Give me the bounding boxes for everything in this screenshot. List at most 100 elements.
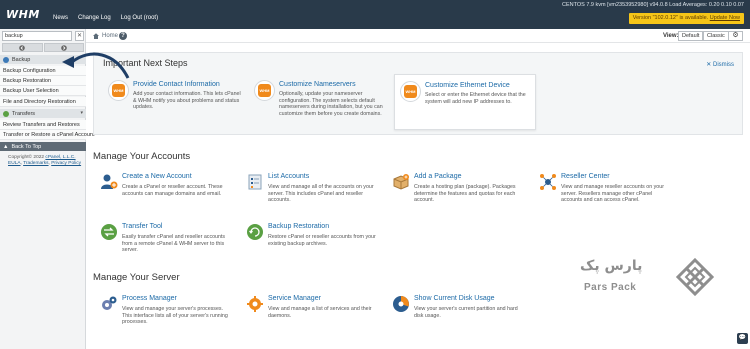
- transfer-icon: [99, 222, 119, 242]
- update-now-link[interactable]: Update Now: [710, 15, 740, 21]
- tile-disk-usage[interactable]: Show Current Disk Usage View your server…: [386, 294, 526, 334]
- parspack-watermark: پارس پک Pars Pack: [580, 258, 720, 300]
- tile-list-accounts[interactable]: List Accounts View and manage all of the…: [240, 172, 380, 212]
- collapse-all-button[interactable]: [2, 43, 43, 52]
- eula-link[interactable]: EULA: [8, 161, 21, 166]
- sidebar-category-backup[interactable]: Backup: [0, 55, 86, 64]
- back-to-top-label: Back To Top: [11, 143, 42, 150]
- card-desc: Add your contact information. This lets …: [133, 91, 241, 111]
- top-bar: WHM News Change Log Log Out (root) CENTO…: [0, 0, 750, 29]
- whm-card-icon: WHM: [108, 80, 129, 101]
- tile-desc: View and manage all of the accounts on y…: [268, 184, 374, 204]
- whm-logo[interactable]: WHM: [6, 8, 40, 21]
- nav-change-log[interactable]: Change Log: [78, 15, 111, 21]
- chevron-left-icon: [19, 44, 26, 51]
- transfers-icon: [3, 110, 9, 117]
- sidebar-item-file-directory-restoration[interactable]: File and Directory Restoration: [0, 97, 86, 107]
- back-to-top-button[interactable]: ▲ Back To Top: [0, 142, 86, 151]
- whm-card-icon: WHM: [400, 81, 421, 102]
- tile-title[interactable]: Show Current Disk Usage: [414, 295, 495, 302]
- tile-desc: Easily transfer cPanel and reseller acco…: [122, 234, 226, 254]
- process-manager-icon: [99, 294, 119, 314]
- parspack-logo-icon: [676, 258, 714, 296]
- help-icon[interactable]: ?: [119, 32, 127, 40]
- sidebar-item-backup-restoration[interactable]: Backup Restoration: [0, 76, 86, 86]
- expand-all-button[interactable]: [43, 43, 84, 52]
- chevron-right-icon: [60, 44, 67, 51]
- tile-transfer-tool[interactable]: Transfer Tool Easily transfer cPanel and…: [94, 222, 234, 262]
- card-customize-ethernet[interactable]: WHM Customize Ethernet Device Select or …: [394, 74, 536, 130]
- tile-title[interactable]: Transfer Tool: [122, 223, 162, 230]
- gear-icon[interactable]: ⚙: [728, 31, 743, 41]
- tile-title[interactable]: List Accounts: [268, 173, 309, 180]
- cpanel-link[interactable]: cPanel, L.L.C.: [45, 155, 75, 160]
- category-label: Backup: [12, 56, 31, 63]
- clear-search-button[interactable]: ✕: [75, 31, 84, 41]
- sidebar-item-transfer-restore-account[interactable]: Transfer or Restore a cPanel Account: [0, 130, 95, 140]
- tile-service-manager[interactable]: Service Manager View and manage a list o…: [240, 294, 380, 334]
- sidebar-item-review-transfers[interactable]: Review Transfers and Restores: [0, 120, 86, 130]
- tile-reseller-center[interactable]: Reseller Center View and manage reseller…: [533, 172, 673, 212]
- privacy-policy-link[interactable]: Privacy Policy: [51, 161, 81, 166]
- user-add-icon: [99, 172, 119, 192]
- backup-icon: [3, 56, 9, 63]
- breadcrumb: Home ? View: Default Classic ⚙: [86, 29, 750, 43]
- tile-title[interactable]: Create a New Account: [122, 173, 192, 180]
- trademarks-link[interactable]: Trademarks: [23, 161, 48, 166]
- tile-desc: Create a hosting plan (package). Package…: [414, 184, 516, 204]
- section-title-server: Manage Your Server: [93, 272, 180, 283]
- tile-desc: Create a cPanel or reseller account. The…: [122, 184, 223, 197]
- tile-process-manager[interactable]: Process Manager View and manage your ser…: [94, 294, 234, 334]
- update-banner: Version "102.0.12" is available. Update …: [628, 13, 744, 24]
- home-icon[interactable]: [92, 32, 100, 40]
- category-label: Transfers: [12, 110, 36, 117]
- card-title[interactable]: Customize Nameservers: [279, 81, 356, 88]
- chevron-down-icon: ▾: [80, 110, 83, 116]
- nav-logout[interactable]: Log Out (root): [121, 15, 158, 21]
- sidebar-category-transfers[interactable]: Transfers ▾: [0, 109, 86, 118]
- sidebar: ✕ Backup Backup Configuration Backup Res…: [0, 29, 95, 349]
- sidebar-item-backup-user-selection[interactable]: Backup User Selection: [0, 86, 86, 96]
- watermark-en: Pars Pack: [584, 282, 637, 293]
- next-steps-title: Important Next Steps: [103, 58, 188, 68]
- tile-title[interactable]: Add a Package: [414, 173, 461, 180]
- tile-create-account[interactable]: Create a New Account Create a cPanel or …: [94, 172, 234, 212]
- whm-icon: WHM: [258, 84, 271, 97]
- tile-add-package[interactable]: Add a Package Create a hosting plan (pac…: [386, 172, 526, 212]
- card-customize-nameservers[interactable]: WHM Customize Nameservers Optionally, up…: [249, 74, 391, 130]
- breadcrumb-home[interactable]: Home: [102, 33, 118, 39]
- dismiss-link[interactable]: ✕ Dismiss: [706, 61, 734, 68]
- whm-card-icon: WHM: [254, 80, 275, 101]
- disk-usage-icon: [391, 294, 411, 314]
- tile-desc: View and manage your server's processes.…: [122, 306, 228, 326]
- whm-icon: WHM: [112, 84, 125, 97]
- tile-title[interactable]: Backup Restoration: [268, 223, 329, 230]
- card-title[interactable]: Provide Contact Information: [133, 81, 220, 88]
- nav-news[interactable]: News: [53, 15, 68, 21]
- tile-backup-restoration[interactable]: Backup Restoration Restore cPanel or res…: [240, 222, 380, 262]
- reseller-icon: [538, 172, 558, 192]
- card-contact-information[interactable]: WHM Provide Contact Information Add your…: [103, 74, 245, 130]
- tile-title[interactable]: Service Manager: [268, 295, 321, 302]
- view-classic-button[interactable]: Classic: [703, 31, 729, 41]
- watermark-fa: پارس پک: [580, 258, 643, 274]
- tile-title[interactable]: Reseller Center: [561, 173, 610, 180]
- top-nav: News Change Log Log Out (root): [53, 15, 158, 21]
- add-package-icon: [391, 172, 411, 192]
- collapse-controls: [2, 43, 84, 52]
- whm-icon: WHM: [404, 85, 417, 98]
- sidebar-item-backup-configuration[interactable]: Backup Configuration: [0, 66, 86, 76]
- sidebar-search: ✕: [2, 31, 84, 41]
- copyright-text: Copyright© 2022: [8, 155, 45, 160]
- tile-desc: View and manage reseller accounts on you…: [561, 184, 664, 204]
- view-default-button[interactable]: Default: [678, 31, 704, 41]
- next-steps-panel: Important Next Steps ✕ Dismiss WHM Provi…: [93, 52, 743, 135]
- card-desc: Select or enter the Ethernet device that…: [425, 92, 526, 105]
- card-desc: Optionally, update your nameserver confi…: [279, 91, 383, 117]
- tile-title[interactable]: Process Manager: [122, 295, 177, 302]
- search-input[interactable]: [2, 31, 72, 41]
- card-title[interactable]: Customize Ethernet Device: [425, 82, 510, 89]
- backup-restore-icon: [245, 222, 265, 242]
- chat-icon[interactable]: 💬: [737, 333, 748, 344]
- system-info: CENTOS 7.9 kvm [vm2353952980] v94.0.8 Lo…: [561, 2, 744, 8]
